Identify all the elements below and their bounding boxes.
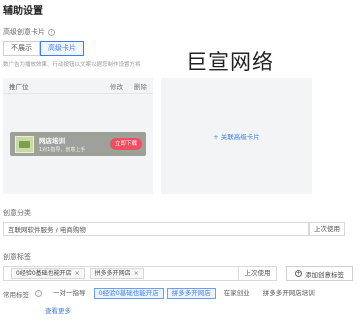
category-last-used-button[interactable]: 上次使用: [309, 222, 345, 236]
tag-chip: 0经验0基础也能开店 ×: [11, 268, 85, 279]
add-card-link[interactable]: + 关联高级卡片: [213, 131, 260, 141]
promo-text: 网店培训 1对1指导，创意上手: [39, 135, 110, 153]
common-tags-label: 常用标签: [3, 290, 29, 299]
common-tags-row: 常用标签 ? 一对一指导 0经验0基础也能开店 拼多多开网店 在家创业 拼多多开…: [3, 288, 320, 299]
section-title: 辅助设置: [3, 6, 43, 17]
edit-link[interactable]: 修改: [110, 81, 123, 91]
download-button[interactable]: 立即下载: [110, 138, 142, 150]
suggested-tag[interactable]: 0经验0基础也能开店: [93, 288, 164, 299]
category-label: 创意分类: [3, 209, 31, 217]
tag-chip: 拼多多开网店 ×: [89, 268, 144, 279]
ad-preview-panel: 推广位 修改 删除 网店培训 1对1指导，创意上手 立即下载: [3, 78, 153, 194]
creative-card-toggle: 不展示 高级卡片: [3, 41, 84, 56]
view-more-link[interactable]: 查看更多: [45, 305, 71, 315]
option-advanced-card[interactable]: 高级卡片: [40, 41, 84, 56]
close-icon[interactable]: ×: [75, 269, 80, 278]
tag-chip-text: 拼多多开网店: [94, 270, 131, 277]
close-icon[interactable]: ×: [134, 269, 139, 278]
promo-name: 网店培训: [39, 137, 65, 145]
creative-card-label: 高级创意卡片: [3, 28, 45, 36]
promo-card: 网店培训 1对1指导，创意上手 立即下载: [10, 132, 146, 156]
category-value: 互联网软件服务 / 电商购物: [8, 226, 86, 234]
help-icon[interactable]: ?: [48, 28, 55, 36]
add-card-panel: + 关联高级卡片: [161, 78, 312, 194]
option-hide-card[interactable]: 不展示: [3, 41, 40, 56]
add-tag-label: 添加创意标签: [305, 270, 344, 279]
add-tag-button[interactable]: + 添加创意标签: [286, 266, 353, 281]
help-icon[interactable]: ?: [35, 290, 42, 297]
ad-preview-header: 推广位 修改 删除: [3, 78, 153, 94]
creative-tags-label: 创意标签: [3, 253, 31, 261]
suggested-tag[interactable]: 拼多多开网店培训: [258, 288, 320, 299]
plus-circle-icon: +: [295, 270, 302, 277]
suggested-tag[interactable]: 一对一指导: [48, 288, 91, 299]
tags-last-used-button[interactable]: 上次使用: [238, 266, 277, 281]
creative-card-hint: 数广告为播放效果、行动按钮以文案以据您制作设置方将: [3, 62, 141, 68]
suggested-tag[interactable]: 拼多多开网店: [166, 288, 216, 299]
delete-link[interactable]: 删除: [134, 81, 147, 91]
suggested-tag[interactable]: 在家创业: [219, 288, 255, 299]
creative-card-label-row: 高级创意卡片 ?: [3, 27, 55, 37]
promo-subtitle: 1对1指导，创意上手: [39, 147, 86, 153]
category-select[interactable]: 互联网软件服务 / 电商购物: [3, 222, 309, 236]
brand-watermark: 巨宣网络: [186, 50, 274, 74]
promo-thumbnail: [15, 135, 34, 153]
creative-tags-input[interactable]: 0经验0基础也能开店 × 拼多多开网店 ×: [3, 266, 277, 281]
tag-chip-text: 0经验0基础也能开店: [16, 270, 72, 277]
placement-label: 推广位: [9, 82, 29, 91]
